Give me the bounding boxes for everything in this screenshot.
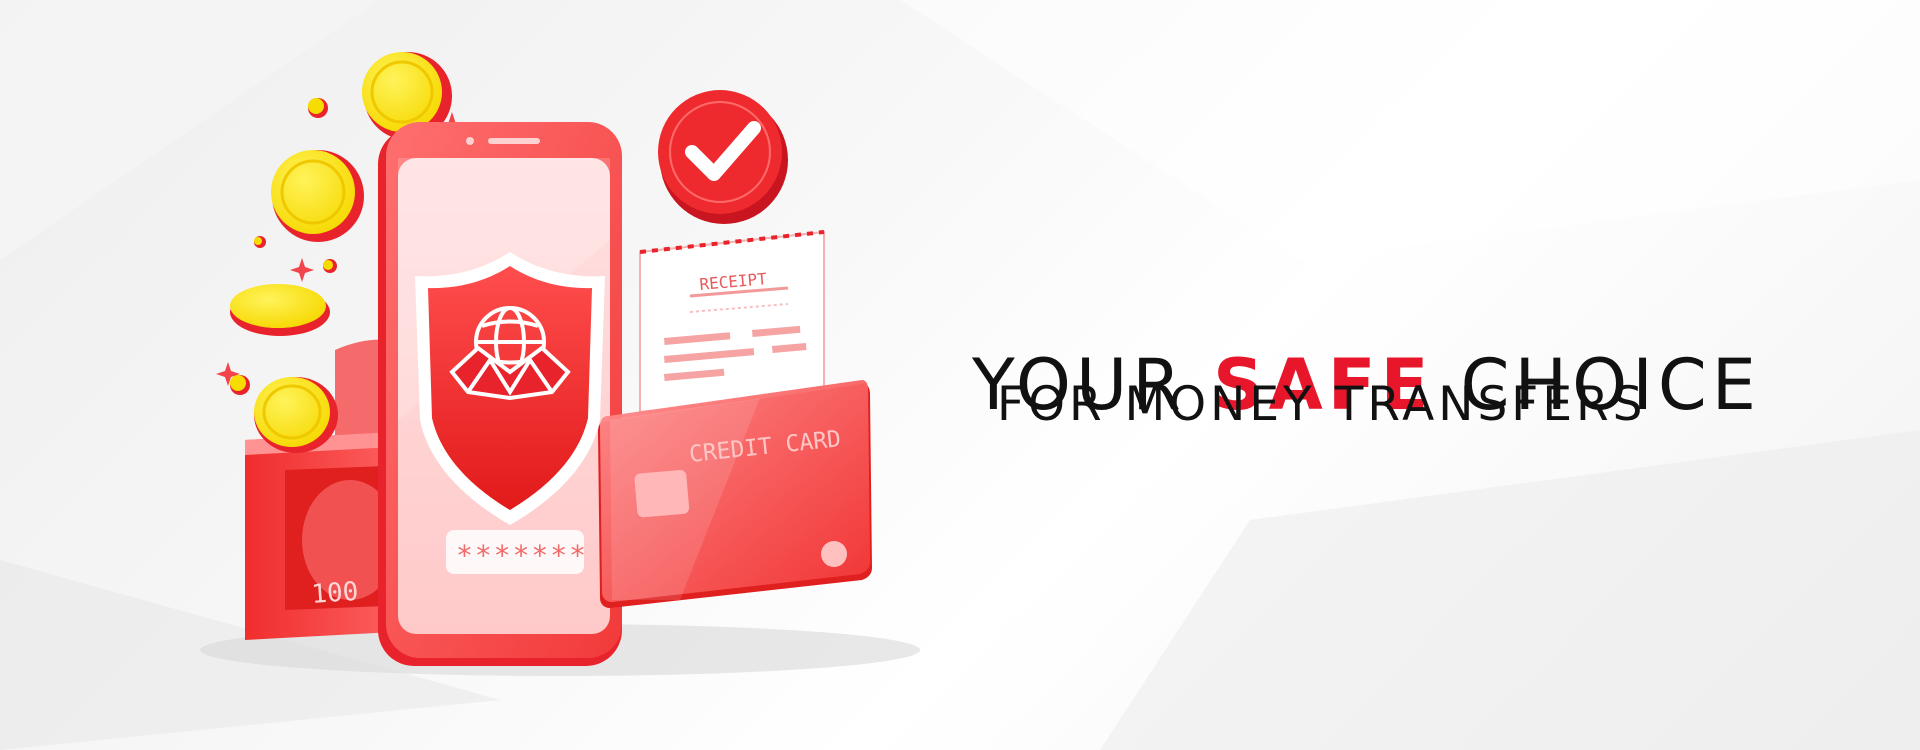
small-coin-icon (230, 98, 337, 395)
coin-icon (230, 284, 330, 336)
hero-banner: 100 ******* RECEIPT CREDIT CARD YOUR SAF… (0, 0, 1920, 750)
checkmark-badge-icon (658, 90, 788, 224)
coin-icon (254, 377, 338, 453)
banknote-value: 100 (310, 577, 359, 610)
subheadline: FOR MONEY TRANSFERS (997, 377, 1647, 432)
receipt-icon (639, 230, 825, 414)
credit-card-icon (598, 380, 872, 608)
password-mask: ******* (456, 539, 588, 572)
coin-icon (271, 150, 364, 242)
